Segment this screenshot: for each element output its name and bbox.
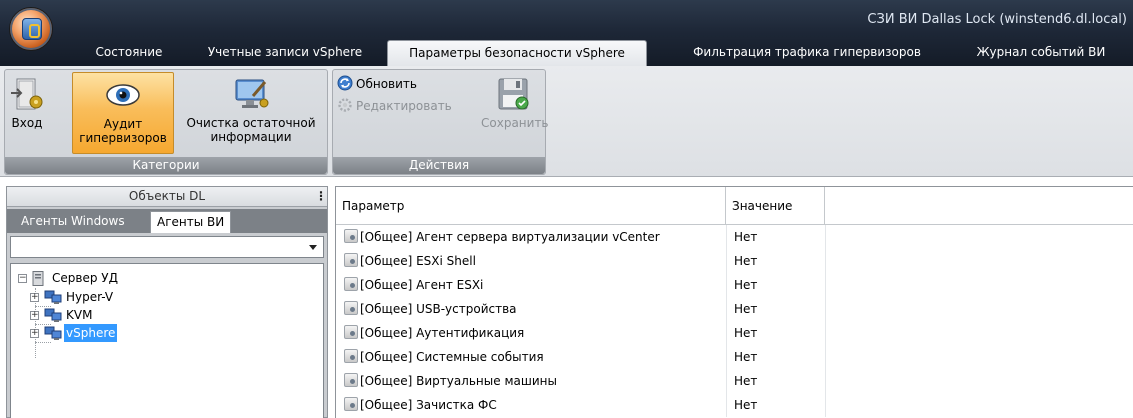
tree-node-server[interactable]: − Сервер УД <box>11 269 311 287</box>
cleanup-label-line1: Очистка остаточной <box>186 116 316 130</box>
row-value: Нет <box>734 350 758 364</box>
table-row[interactable]: [Общее] Агент сервера виртуализации vCen… <box>336 225 1133 249</box>
edit-label: Редактировать <box>356 99 452 113</box>
agent-filter-select[interactable] <box>10 236 324 258</box>
parameter-gear-icon <box>344 301 358 315</box>
parameter-gear-icon <box>344 229 358 243</box>
monitor-brush-icon <box>233 76 269 112</box>
row-parameter: [Общее] Виртуальные машины <box>360 374 557 388</box>
eye-icon <box>105 77 141 113</box>
edit-button[interactable]: Редактировать <box>337 96 452 116</box>
save-label: Сохранить <box>481 116 549 130</box>
refresh-icon <box>337 75 353 91</box>
panel-menu-icon[interactable]: ⋮ <box>315 188 327 204</box>
expand-icon[interactable]: + <box>30 293 39 302</box>
row-parameter: [Общее] ESXi Shell <box>360 254 476 268</box>
tree-node-vsphere[interactable]: + vSphere <box>11 324 311 342</box>
tree-label-kvm: KVM <box>66 308 93 322</box>
row-value: Нет <box>734 374 758 388</box>
parameters-table: Параметр Значение [Общее] Агент сервера … <box>335 186 1133 418</box>
window-title: СЗИ ВИ Dallas Lock (winstend6.dl.local) <box>867 12 1127 27</box>
row-value: Нет <box>734 230 758 244</box>
app-menu-button[interactable] <box>9 7 53 51</box>
row-value: Нет <box>734 254 758 268</box>
audit-label-line2: гипервизоров <box>79 131 167 145</box>
tab-windows-agents[interactable]: Агенты Windows <box>15 211 131 233</box>
tree-label-vsphere: vSphere <box>64 324 118 342</box>
row-value: Нет <box>734 398 758 412</box>
tab-vsphere-accounts[interactable]: Учетные записи vSphere <box>190 40 380 66</box>
parameter-gear-icon <box>344 349 358 363</box>
actions-group: Обновить Редактировать Сохранить Действи… <box>332 69 549 175</box>
title-bar: СЗИ ВИ Dallas Lock (winstend6.dl.local) … <box>0 0 1133 66</box>
parameter-gear-icon <box>344 277 358 291</box>
actions-caption: Действия <box>333 157 545 174</box>
row-value: Нет <box>734 302 758 316</box>
network-computers-icon <box>44 326 62 346</box>
tab-vi-event-log[interactable]: Журнал событий ВИ <box>958 40 1124 66</box>
table-header: Параметр Значение <box>336 187 1133 225</box>
column-header-parameter[interactable]: Параметр <box>336 187 726 225</box>
row-parameter: [Общее] Системные события <box>360 350 544 364</box>
expand-icon[interactable]: + <box>30 311 39 320</box>
floppy-disk-icon <box>495 76 531 112</box>
objects-tree: − Сервер УД + Hyper-V + KVM + vSphere <box>10 263 324 418</box>
column-header-value[interactable]: Значение <box>726 187 825 225</box>
table-row[interactable]: [Общее] Зачистка ФС Нет <box>336 393 1133 417</box>
audit-hypervisors-button[interactable]: Аудит гипервизоров <box>72 72 174 154</box>
categories-group: Вход Аудит гипервизоров Очистка остаточн… <box>4 69 328 175</box>
cleanup-label-line2: информации <box>210 130 292 144</box>
login-label: Вход <box>11 116 43 130</box>
refresh-button[interactable]: Обновить <box>337 74 417 94</box>
table-row[interactable]: [Общее] ESXi Shell Нет <box>336 249 1133 273</box>
chevron-down-icon[interactable] <box>309 245 317 250</box>
tree-label-hyper-v: Hyper-V <box>66 290 114 304</box>
ribbon-panel: Вход Аудит гипервизоров Очистка остаточн… <box>0 66 1133 177</box>
parameter-gear-icon <box>344 373 358 387</box>
parameter-gear-icon <box>344 325 358 339</box>
audit-label-line1: Аудит <box>103 117 143 131</box>
save-button[interactable]: Сохранить <box>481 72 549 154</box>
tree-node-kvm[interactable]: + KVM <box>11 306 311 324</box>
row-parameter: [Общее] Агент сервера виртуализации vCen… <box>360 230 660 244</box>
parameter-gear-icon <box>344 253 358 267</box>
app-orb-icon <box>22 18 42 40</box>
categories-caption: Категории <box>5 157 327 174</box>
tab-hypervisor-traffic-filter[interactable]: Фильтрация трафика гипервизоров <box>666 40 948 66</box>
row-parameter: [Общее] Зачистка ФС <box>360 398 497 412</box>
table-row[interactable]: [Общее] Виртуальные машины Нет <box>336 369 1133 393</box>
refresh-label: Обновить <box>356 77 417 91</box>
row-value: Нет <box>734 278 758 292</box>
tab-status[interactable]: Состояние <box>76 40 182 66</box>
dl-objects-header: Объекты DL ⋮ <box>7 187 327 207</box>
edit-gear-icon <box>337 97 353 113</box>
table-row[interactable]: [Общее] Агент ESXi Нет <box>336 273 1133 297</box>
row-parameter: [Общее] Аутентификация <box>360 326 525 340</box>
login-button[interactable]: Вход <box>8 72 46 154</box>
residual-info-cleanup-button[interactable]: Очистка остаточной информации <box>177 72 325 154</box>
parameter-gear-icon <box>344 397 358 411</box>
row-parameter: [Общее] Агент ESXi <box>360 278 484 292</box>
tree-node-hyper-v[interactable]: + Hyper-V <box>11 288 311 306</box>
tab-vi-agents[interactable]: Агенты ВИ <box>150 211 232 233</box>
dl-objects-panel: Объекты DL ⋮ Агенты Windows Агенты ВИ − … <box>6 186 328 418</box>
login-door-icon <box>9 76 45 112</box>
tab-vsphere-security-params[interactable]: Параметры безопасности vSphere <box>387 40 647 66</box>
panel-title: Объекты DL <box>128 189 206 203</box>
tree-label-server: Сервер УД <box>52 271 118 285</box>
expand-icon[interactable]: + <box>30 329 39 338</box>
row-value: Нет <box>734 326 758 340</box>
collapse-icon[interactable]: − <box>18 274 27 283</box>
table-row[interactable]: [Общее] Системные события Нет <box>336 345 1133 369</box>
table-row[interactable]: [Общее] Аутентификация Нет <box>336 321 1133 345</box>
table-row[interactable]: [Общее] USB-устройства Нет <box>336 297 1133 321</box>
row-parameter: [Общее] USB-устройства <box>360 302 517 316</box>
